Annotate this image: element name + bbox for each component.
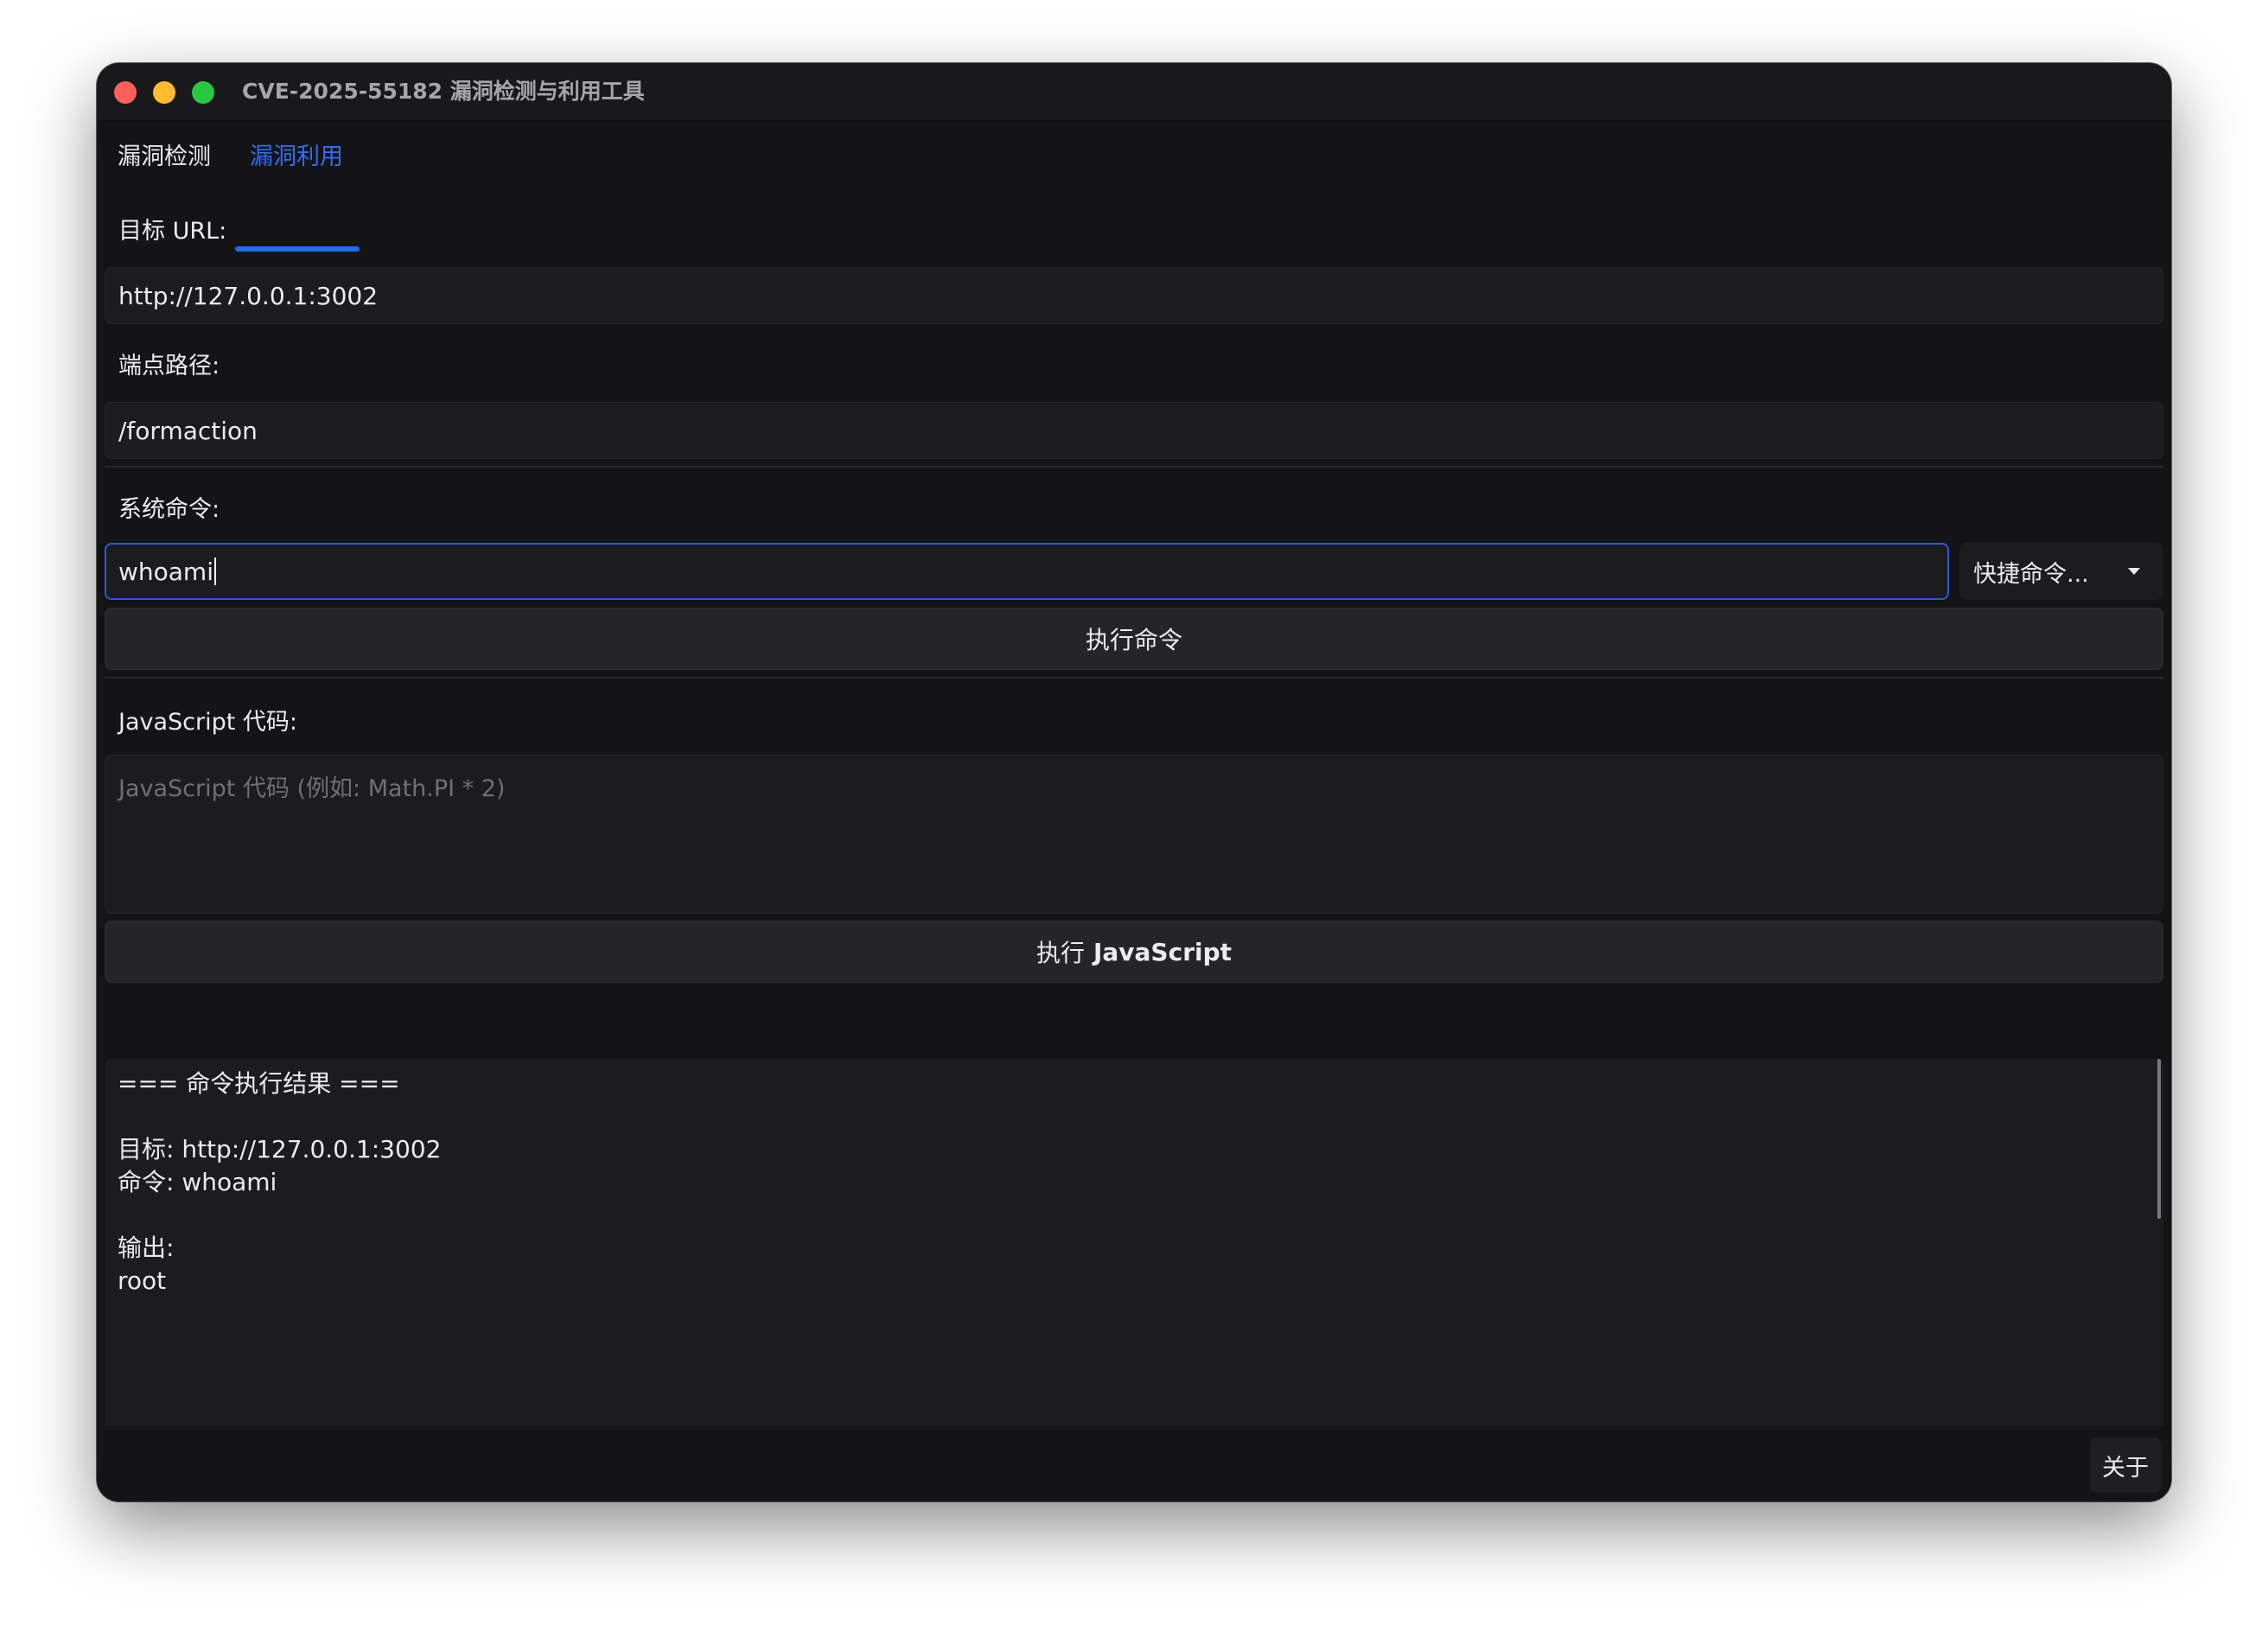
output-line: root — [118, 1266, 167, 1295]
target-url-input[interactable]: http://127.0.0.1:3002 — [105, 267, 2163, 324]
endpoint-path-value: /formaction — [118, 416, 258, 445]
system-command-value: whoami — [118, 557, 213, 586]
about-label: 关于 — [2102, 1454, 2149, 1482]
chevron-down-icon — [2128, 568, 2140, 575]
about-button[interactable]: 关于 — [2090, 1438, 2161, 1493]
window-title: CVE-2025-55182 漏洞检测与利用工具 — [242, 79, 645, 104]
javascript-code-label: JavaScript 代码: — [118, 709, 298, 736]
execute-command-label: 执行命令 — [1085, 626, 1182, 654]
text-caret — [214, 558, 216, 585]
section-divider — [105, 466, 2163, 468]
output-line: === 命令执行结果 === — [118, 1069, 400, 1098]
footer-bar: 关于 — [97, 1425, 2171, 1501]
active-tab-indicator — [235, 246, 360, 252]
output-line: 目标: http://127.0.0.1:3002 — [118, 1135, 442, 1163]
minimize-window-button[interactable] — [153, 81, 175, 104]
quick-commands-label: 快捷命令... — [1973, 560, 2089, 588]
endpoint-path-label: 端点路径: — [118, 353, 220, 379]
execute-javascript-label-bold: JavaScript — [1093, 937, 1233, 966]
output-console[interactable]: === 命令执行结果 === 目标: http://127.0.0.1:3002… — [105, 1059, 2163, 1425]
title-bar: CVE-2025-55182 漏洞检测与利用工具 — [97, 63, 2171, 121]
tab-vuln-detection[interactable]: 漏洞检测 — [118, 121, 211, 194]
system-command-label: 系统命令: — [118, 496, 220, 523]
maximize-window-button[interactable] — [192, 81, 214, 104]
app-window: CVE-2025-55182 漏洞检测与利用工具 漏洞检测 漏洞利用 目标 UR… — [97, 63, 2171, 1501]
output-scrollbar[interactable] — [2157, 1059, 2161, 1219]
tab-bar: 漏洞检测 漏洞利用 — [97, 121, 2171, 252]
tab-vuln-exploit[interactable]: 漏洞利用 — [250, 121, 343, 194]
execute-javascript-label-prefix: 执行 — [1035, 939, 1085, 967]
javascript-code-placeholder: JavaScript 代码 (例如: Math.PI * 2) — [118, 775, 506, 802]
endpoint-path-input[interactable]: /formaction — [105, 402, 2163, 459]
output-line: 输出: — [118, 1234, 175, 1262]
target-url-label: 目标 URL: — [118, 218, 227, 245]
execute-javascript-button[interactable]: 执行 JavaScript — [105, 921, 2163, 983]
close-window-button[interactable] — [114, 81, 137, 104]
output-line: 命令: whoami — [118, 1168, 277, 1196]
system-command-input[interactable]: whoami — [105, 543, 1949, 600]
target-url-value: http://127.0.0.1:3002 — [118, 281, 379, 310]
section-divider — [105, 677, 2163, 679]
execute-command-button[interactable]: 执行命令 — [105, 608, 2163, 670]
javascript-code-textarea[interactable]: JavaScript 代码 (例如: Math.PI * 2) — [105, 755, 2163, 914]
quick-commands-dropdown[interactable]: 快捷命令... — [1959, 543, 2163, 600]
